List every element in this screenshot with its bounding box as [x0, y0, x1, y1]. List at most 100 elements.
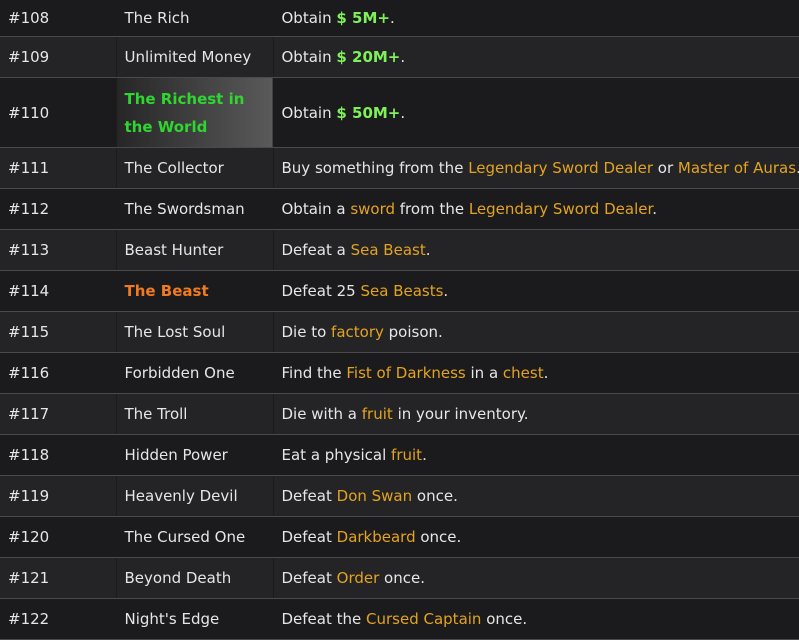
wiki-link[interactable]: Master of Auras: [678, 159, 796, 177]
table-row: #122 Night's Edge Defeat the Cursed Captai…: [0, 598, 799, 640]
description-text: in your inventory.: [392, 405, 529, 423]
table-row: #115 The Lost Soul Die to factory poison.: [0, 311, 799, 353]
table-row: #111 The Collector Buy something from the …: [0, 147, 799, 189]
achievement-id: #117: [0, 393, 117, 435]
achievement-title-text: Night's Edge: [124, 610, 220, 628]
achievement-title-text: The Lost Soul: [124, 323, 226, 341]
description-text: .: [543, 364, 549, 382]
achievement-description: Die to factory poison.: [273, 311, 799, 353]
achievement-title: The Cursed One: [116, 516, 274, 558]
description-text: .: [400, 48, 406, 66]
achievement-id: #108: [0, 0, 117, 37]
achievement-title-text: The Cursed One: [124, 528, 246, 546]
achievement-description: Obtain a sword from the Legendary Sword …: [273, 188, 799, 230]
achievement-title: The Lost Soul: [116, 311, 274, 353]
description-text: Find the: [281, 364, 347, 382]
achievement-id: #119: [0, 475, 117, 517]
achievement-title: Beyond Death: [116, 557, 274, 599]
achievement-title: Beast Hunter: [116, 229, 274, 271]
achievement-title-text: Beast Hunter: [124, 241, 224, 259]
wiki-link[interactable]: sword: [350, 200, 395, 218]
description-text: Obtain: [281, 48, 337, 66]
achievement-title-text: Heavenly Devil: [124, 487, 238, 505]
wiki-link[interactable]: Fist of Darkness: [346, 364, 465, 382]
table-row: #112 The Swordsman Obtain a sword from the…: [0, 188, 799, 230]
wiki-link[interactable]: chest: [503, 364, 544, 382]
achievement-title: Forbidden One: [116, 352, 274, 394]
achievements-table: #108 The Rich Obtain $ 5M+. #109 Unlimited M…: [0, 0, 799, 640]
description-text: .: [422, 446, 427, 464]
achievement-description: Eat a physical fruit.: [273, 434, 799, 476]
achievement-title-text: Hidden Power: [124, 446, 228, 464]
achievement-id: #114: [0, 270, 117, 312]
achievement-title: Hidden Power: [116, 434, 274, 476]
description-text: Defeat: [281, 487, 337, 505]
description-text: in a: [465, 364, 503, 382]
achievement-id: #110: [0, 77, 117, 148]
achievement-title: The Troll: [116, 393, 274, 435]
wiki-link[interactable]: Sea Beasts: [360, 282, 443, 300]
achievement-title: Night's Edge: [116, 598, 274, 640]
achievement-description: Defeat the Cursed Captain once.: [273, 598, 799, 640]
table-row: #114 The Beast Defeat 25 Sea Beasts.: [0, 270, 799, 312]
description-text: .: [443, 282, 449, 300]
achievement-id: #111: [0, 147, 117, 189]
table-row: #117 The Troll Die with a fruit in your in…: [0, 393, 799, 435]
money-amount: $ 5M+: [336, 9, 390, 27]
wiki-link[interactable]: Don Swan: [337, 487, 413, 505]
description-text: from the: [395, 200, 469, 218]
money-amount: $ 50M+: [336, 103, 401, 122]
money-amount: $ 20M+: [336, 48, 401, 66]
achievement-id: #122: [0, 598, 117, 640]
description-text: .: [652, 200, 658, 218]
achievement-description: Defeat Order once.: [273, 557, 799, 599]
description-text: poison.: [383, 323, 443, 341]
description-text: Defeat 25: [281, 282, 361, 300]
achievement-description: Find the Fist of Darkness in a chest.: [273, 352, 799, 394]
achievement-id: #112: [0, 188, 117, 230]
achievement-title: The Rich: [116, 0, 274, 37]
achievement-id: #109: [0, 36, 117, 78]
achievement-id: #121: [0, 557, 117, 599]
achievement-title-text: Forbidden One: [124, 364, 235, 382]
description-text: Defeat: [281, 528, 337, 546]
description-text: Buy something from the: [281, 159, 469, 177]
wiki-link[interactable]: Legendary Sword Dealer: [469, 200, 652, 218]
achievement-description: Obtain $ 50M+.: [273, 77, 799, 148]
achievement-title: The Beast: [116, 270, 274, 312]
achievement-title: The Collector: [116, 147, 274, 189]
achievement-title-text: The Rich: [124, 9, 190, 27]
achievement-description: Defeat Darkbeard once.: [273, 516, 799, 558]
wiki-link[interactable]: Darkbeard: [337, 528, 416, 546]
wiki-link[interactable]: Legendary Sword Dealer: [468, 159, 653, 177]
table-row: #113 Beast Hunter Defeat a Sea Beast.: [0, 229, 799, 271]
wiki-link[interactable]: Sea Beast: [351, 241, 426, 259]
description-text: once.: [481, 610, 528, 628]
wiki-link[interactable]: fruit: [362, 405, 393, 423]
wiki-link[interactable]: Order: [337, 569, 380, 587]
description-text: or: [653, 159, 678, 177]
description-text: once.: [415, 528, 462, 546]
table-row: #118 Hidden Power Eat a physical fruit.: [0, 434, 799, 476]
achievement-title: Heavenly Devil: [116, 475, 274, 517]
achievement-id: #118: [0, 434, 117, 476]
description-text: Obtain: [281, 9, 337, 27]
table-row: #110 The Richest in the World Obtain $ 50M…: [0, 77, 799, 148]
description-text: once.: [412, 487, 458, 505]
achievement-id: #116: [0, 352, 117, 394]
wiki-link[interactable]: fruit: [391, 446, 422, 464]
description-text: Defeat the: [281, 610, 367, 628]
achievement-title-text: The Beast: [124, 282, 209, 300]
description-text: Die to: [281, 323, 332, 341]
table-row: #120 The Cursed One Defeat Darkbeard once.: [0, 516, 799, 558]
achievement-description: Defeat 25 Sea Beasts.: [273, 270, 799, 312]
achievement-description: Die with a fruit in your inventory.: [273, 393, 799, 435]
achievement-title-text: Beyond Death: [124, 569, 232, 587]
wiki-link[interactable]: Cursed Captain: [366, 610, 481, 628]
table-row: #109 Unlimited Money Obtain $ 20M+.: [0, 36, 799, 78]
achievement-title-text: The Swordsman: [124, 200, 245, 218]
description-text: Obtain a: [281, 200, 351, 218]
description-text: .: [425, 241, 431, 259]
wiki-link[interactable]: factory: [331, 323, 384, 341]
table-row: #119 Heavenly Devil Defeat Don Swan once.: [0, 475, 799, 517]
